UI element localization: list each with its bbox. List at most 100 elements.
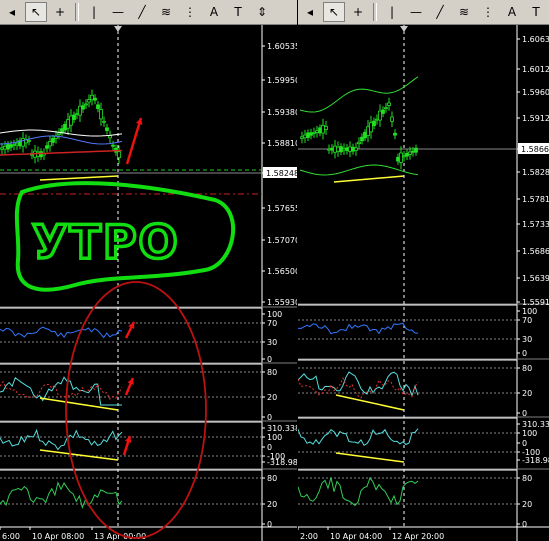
cci-line (0, 428, 123, 451)
fibonacci-button[interactable]: ≋ (453, 2, 475, 22)
last-scale-label: 80 (522, 474, 532, 483)
rsi-scale-label: 100 (522, 307, 537, 316)
vertical-line-button[interactable]: | (381, 2, 403, 22)
candle-body (369, 122, 373, 133)
candle-body (414, 147, 418, 153)
price-label: 1.56860 (522, 247, 549, 256)
candle-body (372, 120, 376, 127)
candle-body (396, 156, 400, 162)
price-label: 1.56390 (522, 274, 549, 283)
last-scale-label: 80 (267, 474, 277, 483)
cursor-tool-button[interactable]: ↖ (323, 2, 345, 22)
right-chart-area[interactable]: 1.60630 1.60120 1.59600 1.59120 1.58667 1.582… (298, 25, 549, 541)
candle-body (387, 102, 391, 106)
stoch-scale-label: 0 (522, 409, 527, 418)
candle-body (393, 132, 397, 136)
stoch-scale-label: 80 (522, 364, 532, 373)
candle-body (321, 124, 325, 134)
candle-body (363, 131, 367, 139)
last-scale-label: 0 (522, 520, 527, 529)
time-marker-icon (114, 26, 122, 32)
candle-body (360, 136, 364, 142)
last-scale-label: 20 (522, 500, 532, 509)
text-label-button[interactable]: T (227, 2, 249, 22)
text-label-button[interactable]: T (525, 2, 547, 22)
time-label: 10 Apr 08:00 (32, 532, 84, 541)
fibo-expansion-button[interactable]: ⋮ (179, 2, 201, 22)
price-label: 1.55930 (267, 298, 297, 307)
horizontal-line-button[interactable]: — (107, 2, 129, 22)
price-label: 1.58280 (522, 168, 549, 177)
fibonacci-button[interactable]: ≋ (155, 2, 177, 22)
cci-scale-label: 0 (267, 443, 272, 452)
candle-body (3, 146, 7, 150)
time-label: 10 Apr 04:00 (330, 532, 382, 541)
candle-body (366, 126, 370, 136)
candle-body (324, 126, 328, 130)
trendline-button[interactable]: ╱ (131, 2, 153, 22)
cursor-tool-button[interactable]: ↖ (25, 2, 47, 22)
time-marker-icon (400, 26, 408, 32)
arrows-button[interactable]: ⇕ (251, 2, 273, 22)
candle-body (408, 151, 412, 155)
candle-body (84, 103, 88, 106)
candle-body (105, 127, 109, 131)
candle-body (45, 145, 49, 149)
vertical-line-button[interactable]: | (83, 2, 105, 22)
candle-body (375, 118, 379, 121)
left-chart-window[interactable]: ◂ ↖ + | — ╱ ≋ ⋮ A T ⇕ 1.60535 1.59950 1.59380 1.58810… (0, 0, 297, 541)
candle-body (57, 132, 61, 135)
candle-body (351, 146, 355, 152)
price-label: 1.55910 (522, 298, 549, 307)
candle-body (69, 115, 73, 126)
candle-body (357, 141, 361, 144)
price-label: 1.59380 (267, 108, 297, 117)
candle-body (318, 127, 322, 134)
cci-divergence-line (39, 449, 119, 461)
candle-body (15, 142, 19, 146)
horizontal-line-button[interactable]: — (405, 2, 427, 22)
lower-band (299, 164, 419, 176)
collapse-arrow-icon[interactable]: ◂ (299, 2, 321, 22)
candle-body (96, 104, 100, 109)
cci-scale-label: 310.3387 (522, 420, 549, 429)
candle-body (405, 152, 409, 157)
candle-body (75, 113, 79, 116)
toolbar-separator (373, 3, 377, 21)
rsi-scale-label: 0 (522, 349, 527, 358)
cci-scale-label: 100 (267, 433, 282, 442)
candle-body (60, 128, 64, 133)
crosshair-tool-button[interactable]: + (49, 2, 71, 22)
rsi-scale-label: 30 (267, 338, 277, 347)
cci-scale-label: 310.338 (267, 424, 297, 433)
cci-scale-label: -318.980 (267, 458, 297, 467)
candle-body (51, 138, 55, 143)
candle-body (27, 140, 31, 142)
time-label: 13 Apr 00:00 (94, 532, 146, 541)
cci-scale-label: -318.980 (522, 456, 549, 465)
crosshair-tool-button[interactable]: + (347, 2, 369, 22)
candle-body (333, 145, 337, 153)
price-label: 1.56500 (267, 267, 297, 276)
stoch-scale-label: 0 (267, 413, 272, 422)
right-chart-window[interactable]: ◂↖+|—╱≋⋮AT 1.606301.601201.596001.591201… (298, 0, 549, 541)
candle-body (117, 151, 121, 159)
collapse-arrow-icon[interactable]: ◂ (1, 2, 23, 22)
moving-average-red (0, 149, 123, 156)
candle-body (381, 109, 385, 114)
text-button[interactable]: A (501, 2, 523, 22)
candle-body (99, 109, 103, 120)
candle-body (63, 124, 67, 131)
left-chart-area[interactable]: 1.60535 1.59950 1.59380 1.58810 1.58248 1.576… (0, 25, 297, 541)
candle-body (93, 97, 97, 101)
price-label: 1.59600 (522, 88, 549, 97)
fibo-expansion-button[interactable]: ⋮ (477, 2, 499, 22)
rsi-line (0, 326, 123, 339)
cci-scale-label: 100 (522, 429, 537, 438)
candle-body (315, 130, 319, 133)
trendline-button[interactable]: ╱ (429, 2, 451, 22)
text-button[interactable]: A (203, 2, 225, 22)
stoch-divergence-line (39, 397, 119, 411)
price-label: 1.57330 (522, 220, 549, 229)
candle-body (312, 132, 316, 134)
